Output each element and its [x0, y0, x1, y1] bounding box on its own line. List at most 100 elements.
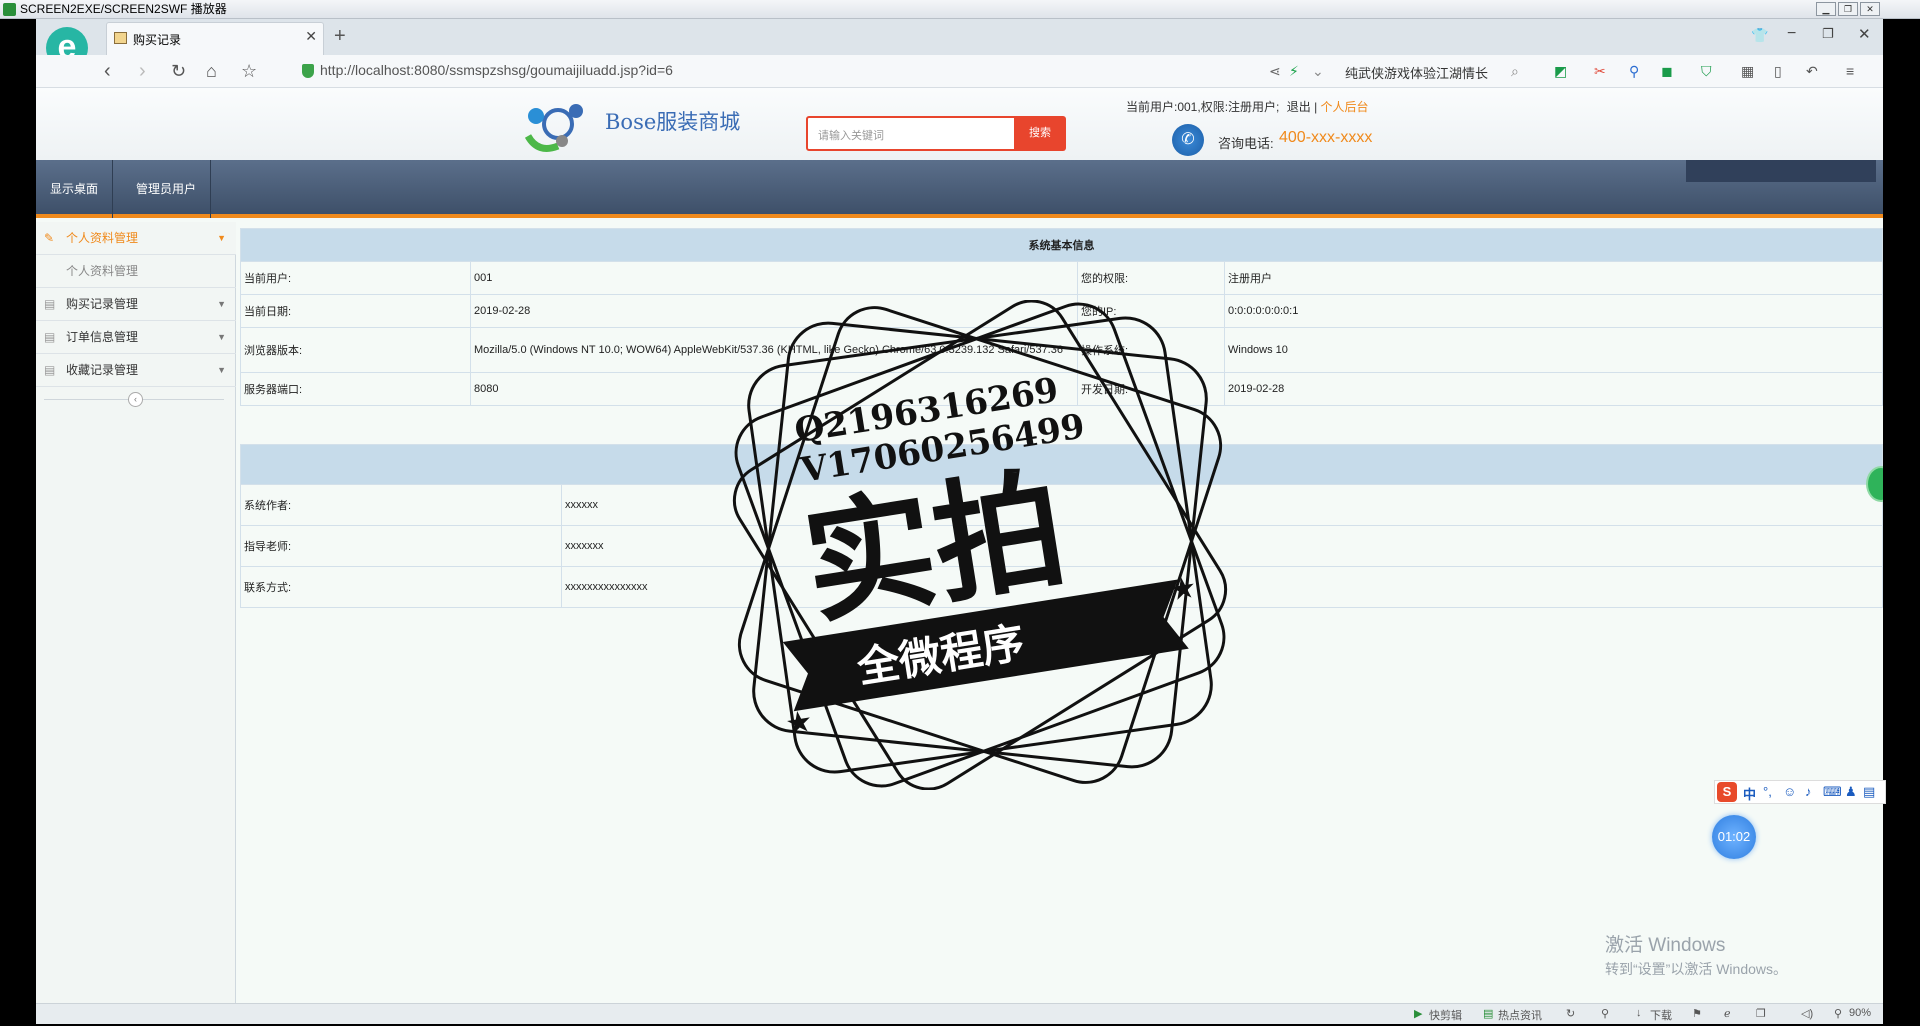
share-icon[interactable]: ⋖ [1269, 63, 1281, 79]
ime-toolbar[interactable]: S 中 °, ☺ ♪ ⌨ ♟ ▤ [1714, 780, 1886, 804]
sidebar: ✎ 个人资料管理 ▼ 个人资料管理 ▤ 购买记录管理 ▼ ▤ 订单信息管理 ▼ … [36, 222, 236, 1003]
table-row: 当前用户: 001 您的权限: 注册用户 [240, 261, 1883, 295]
browser-statusbar: ▶ 快剪辑 ▤ 热点资讯 ↻ ⚲ ↓ 下载 ⚑ ℯ ❐ ◁) ⚲ 90% [36, 1003, 1883, 1024]
tablet-icon[interactable]: ▯ [1774, 63, 1782, 79]
magnifier-icon[interactable]: ⚲ [1629, 63, 1639, 79]
address-bar[interactable]: http://localhost:8080/ssmspzshsg/goumaij… [320, 62, 673, 78]
menu-icon[interactable]: ≡ [1846, 63, 1854, 79]
info-value: 2019-02-28 [470, 294, 1078, 328]
phone-number: 400-xxx-xxxx [1279, 129, 1373, 146]
pencil-icon: ✎ [44, 231, 55, 245]
volume-icon[interactable]: ◁) [1801, 1007, 1813, 1020]
ime-punct-icon[interactable]: °, [1763, 784, 1772, 799]
microphone-icon[interactable]: ♪ [1805, 784, 1812, 799]
table-row: 服务器端口: 8080 开发日期: 2019-02-28 [240, 372, 1883, 406]
sidebar-item-orders[interactable]: ▤ 订单信息管理 ▼ [36, 321, 236, 354]
site-search-placeholder: 请输入关键词 [818, 130, 884, 142]
sidebar-item-label: 个人资料管理 [66, 231, 139, 245]
system-info-table: 系统基本信息 当前用户: 001 您的权限: 注册用户 当前日期: 2019-0… [240, 228, 1883, 406]
browser-close-icon[interactable]: ✕ [1858, 25, 1871, 43]
gamepad-icon[interactable]: ◼ [1661, 63, 1673, 79]
site-logo-icon[interactable] [518, 96, 598, 156]
emoji-icon[interactable]: ☺ [1783, 784, 1796, 799]
refresh-icon[interactable]: ↻ [1566, 1007, 1575, 1020]
clip-icon: ▶ [1414, 1008, 1423, 1020]
system-info-title: 系统基本信息 [240, 228, 1883, 262]
nav-admin-user[interactable]: 管理员用户 [122, 160, 212, 218]
player-app-icon [3, 3, 16, 16]
status-item-download[interactable]: 下载 [1650, 1007, 1672, 1023]
sidebar-item-label: 购买记录管理 [66, 297, 139, 311]
sidebar-item-favorites[interactable]: ▤ 收藏记录管理 ▼ [36, 354, 236, 387]
user-info-separator: | [1314, 100, 1318, 114]
search-icon[interactable]: ⌕ [1511, 63, 1519, 79]
brand-name[interactable]: Bose服装商城 [605, 106, 740, 136]
player-close-button[interactable]: ✕ [1860, 2, 1880, 16]
sidebar-item-profile[interactable]: ✎ 个人资料管理 ▼ [36, 222, 236, 255]
shield-check-icon[interactable]: ⛉ [1701, 63, 1712, 79]
user-info-line: 当前用户:001,权限:注册用户; 退出 | 个人后台 [1126, 98, 1369, 115]
site-search-button[interactable]: 搜索 [1014, 116, 1066, 151]
browser-minimize-icon[interactable]: − [1787, 25, 1796, 43]
bolt-icon[interactable]: ⚡ [1289, 63, 1299, 79]
info-value: xxxxxxx [561, 525, 1883, 567]
zoom-level[interactable]: 90% [1849, 1007, 1871, 1019]
sidebar-subitem-profile[interactable]: 个人资料管理 [36, 255, 236, 288]
flag-icon[interactable]: ⚑ [1692, 1007, 1702, 1020]
list-icon: ▤ [44, 363, 56, 377]
table-row: 系统作者: xxxxxx [240, 484, 1883, 526]
home-icon[interactable]: ⌂ [206, 60, 217, 82]
info-key: 当前用户: [240, 261, 471, 295]
floating-timer[interactable]: 01:02 [1712, 815, 1756, 859]
search-suggestion[interactable]: 纯武侠游戏体验江湖情长 [1345, 63, 1488, 82]
window-icon[interactable]: ❐ [1756, 1007, 1766, 1020]
sidebar-item-purchase[interactable]: ▤ 购买记录管理 ▼ [36, 288, 236, 321]
sidebar-collapse-icon[interactable]: ‹ [128, 392, 143, 407]
table-row: 指导老师: xxxxxxx [240, 525, 1883, 567]
site-search-input[interactable]: 请输入关键词 [806, 116, 1016, 151]
back-icon[interactable]: ‹ [104, 60, 111, 82]
info-value: 001 [470, 261, 1078, 295]
forward-icon[interactable]: › [139, 60, 146, 82]
tab-close-icon[interactable]: ✕ [305, 28, 317, 45]
user-icon[interactable]: ♟ [1845, 784, 1857, 800]
table-row: 联系方式: xxxxxxxxxxxxxxx [240, 566, 1883, 608]
undo-icon[interactable]: ↶ [1806, 63, 1818, 79]
shirt-icon[interactable]: 👕 [1751, 27, 1768, 44]
browser-tab-active[interactable]: 购买记录 ✕ [106, 22, 324, 55]
sogou-ime-icon[interactable]: S [1717, 782, 1737, 802]
status-item-clip[interactable]: 快剪辑 [1429, 1007, 1462, 1023]
chevron-down-icon: ▼ [217, 365, 226, 375]
status-item-news[interactable]: 热点资讯 [1498, 1007, 1542, 1023]
phone-icon: ✆ [1172, 124, 1204, 156]
player-restore-button[interactable]: ❐ [1838, 2, 1858, 16]
apps-grid-icon[interactable]: ▦ [1741, 63, 1754, 79]
scissors-icon[interactable]: ✂ [1594, 63, 1606, 79]
player-minimize-button[interactable]: ▁ [1816, 2, 1836, 16]
ie-icon[interactable]: ℯ [1724, 1007, 1731, 1020]
nav-show-desktop[interactable]: 显示桌面 [36, 160, 114, 218]
list-icon: ▤ [44, 330, 56, 344]
info-value: Windows 10 [1224, 327, 1883, 373]
info-value: xxxxxxxxxxxxxxx [561, 566, 1883, 608]
translate-icon[interactable]: ◩ [1554, 63, 1567, 79]
skin-icon[interactable]: ▤ [1863, 784, 1875, 800]
new-tab-button[interactable]: + [334, 25, 346, 48]
web-page: Bose服装商城 请输入关键词 搜索 当前用户:001,权限:注册用户; 退出 … [36, 88, 1883, 1003]
favorite-star-icon[interactable]: ☆ [241, 60, 257, 82]
info-key: 您的权限: [1077, 261, 1225, 295]
reload-icon[interactable]: ↻ [171, 60, 186, 82]
logout-link[interactable]: 退出 [1287, 100, 1311, 114]
top-navigation: 显示桌面 管理员用户 [36, 160, 1883, 218]
dropdown-chevron-icon[interactable]: ⌄ [1312, 63, 1324, 79]
keyboard-icon[interactable]: ⌨ [1823, 784, 1842, 800]
browser-restore-icon[interactable]: ❐ [1822, 26, 1834, 42]
info-key: 您的IP: [1077, 294, 1225, 328]
tab-favicon-icon [114, 32, 127, 44]
nav-right-panel [1686, 160, 1876, 182]
pin-icon[interactable]: ⚲ [1601, 1007, 1609, 1020]
info-key: 联系方式: [240, 566, 562, 608]
ime-chinese-icon[interactable]: 中 [1743, 784, 1756, 803]
tab-title: 购买记录 [133, 33, 182, 47]
personal-center-link[interactable]: 个人后台 [1321, 100, 1369, 114]
